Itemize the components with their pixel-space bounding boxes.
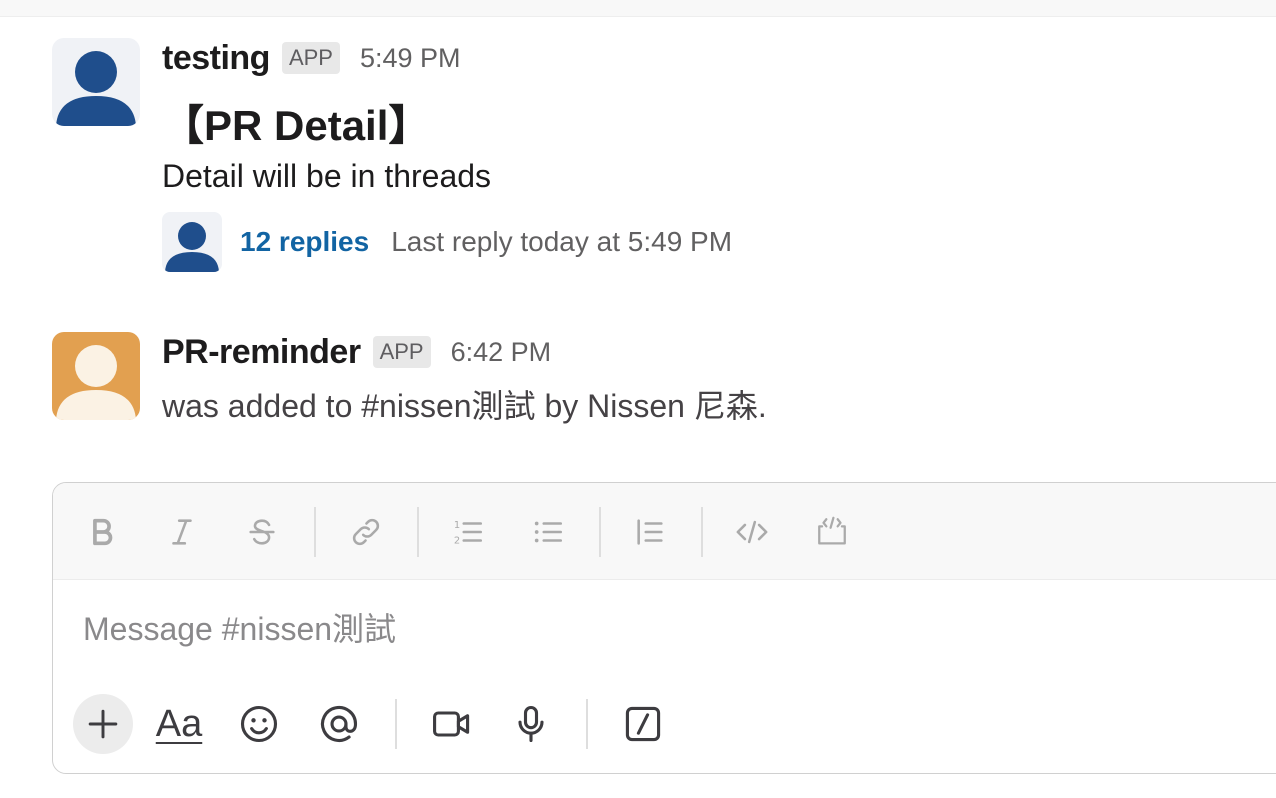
ordered-list-icon: 1 2 xyxy=(454,520,483,546)
user-avatar-icon xyxy=(162,212,222,272)
sender-name[interactable]: PR-reminder xyxy=(162,333,361,372)
video-icon xyxy=(433,711,470,737)
thread-summary[interactable]: 12 replies Last reply today at 5:49 PM xyxy=(162,210,1242,274)
mention-button[interactable] xyxy=(309,694,369,754)
toolbar-divider xyxy=(701,507,703,557)
bulleted-list-button[interactable] xyxy=(525,509,571,555)
formatting-toolbar: 1 2 xyxy=(53,483,1276,580)
message-text: was added to #nissen測試 by Nissen 尼森. xyxy=(162,388,767,424)
link-button[interactable] xyxy=(343,509,389,555)
strikethrough-button[interactable] xyxy=(239,509,285,555)
timestamp[interactable]: 6:42 PM xyxy=(451,337,552,368)
microphone-icon xyxy=(518,705,544,743)
link-icon xyxy=(352,518,380,546)
bold-button[interactable] xyxy=(79,509,125,555)
formatting-toggle-button[interactable]: Aa xyxy=(149,694,209,754)
video-button[interactable] xyxy=(422,694,482,754)
ordered-list-button[interactable]: 1 2 xyxy=(445,509,491,555)
message-pr-reminder: PR-reminder APP 6:42 PM was added to #ni… xyxy=(52,332,1252,428)
toolbar-divider xyxy=(599,507,601,557)
slash-command-button[interactable] xyxy=(613,694,673,754)
strikethrough-icon xyxy=(249,519,275,545)
code-icon xyxy=(736,520,768,544)
microphone-button[interactable] xyxy=(501,694,561,754)
message-text: Detail will be in threads xyxy=(162,158,492,194)
sender-name[interactable]: testing xyxy=(162,39,270,78)
italic-button[interactable] xyxy=(159,509,205,555)
plus-icon xyxy=(88,709,118,739)
toolbar-divider xyxy=(417,507,419,557)
toolbar-divider xyxy=(314,507,316,557)
bold-icon xyxy=(93,518,113,546)
thread-replies-link[interactable]: 12 replies xyxy=(240,226,369,258)
svg-text:1: 1 xyxy=(454,520,460,531)
code-button[interactable] xyxy=(729,509,775,555)
message-testing: testing APP 5:49 PM 【PR Detail】 Detail w… xyxy=(52,38,1252,298)
italic-icon xyxy=(172,519,192,545)
blockquote-button[interactable] xyxy=(627,509,673,555)
top-strip xyxy=(0,0,1276,17)
add-button[interactable] xyxy=(73,694,133,754)
bulleted-list-icon xyxy=(534,521,563,543)
toolbar-divider xyxy=(395,699,397,749)
slash-command-icon xyxy=(625,706,661,742)
app-badge: APP xyxy=(372,336,431,368)
thread-avatar xyxy=(162,212,222,272)
message-heading: 【PR Detail】 xyxy=(162,102,431,149)
message-composer: 1 2 Message #nissen測試 Aa xyxy=(52,482,1276,774)
emoji-icon xyxy=(240,705,278,743)
code-block-button[interactable] xyxy=(809,509,855,555)
message-input[interactable] xyxy=(83,605,1183,653)
avatar[interactable] xyxy=(52,332,140,420)
blockquote-icon xyxy=(637,519,663,545)
svg-text:2: 2 xyxy=(454,535,460,546)
app-badge: APP xyxy=(281,42,340,74)
emoji-button[interactable] xyxy=(229,694,289,754)
timestamp[interactable]: 5:49 PM xyxy=(360,43,461,74)
user-avatar-icon xyxy=(52,38,140,126)
thread-last-reply: Last reply today at 5:49 PM xyxy=(391,226,733,257)
mention-icon xyxy=(320,705,358,742)
toolbar-divider xyxy=(586,699,588,749)
formatting-icon: Aa xyxy=(155,702,203,745)
code-block-icon xyxy=(818,516,846,545)
bot-avatar-icon xyxy=(52,332,140,420)
avatar[interactable] xyxy=(52,38,140,126)
